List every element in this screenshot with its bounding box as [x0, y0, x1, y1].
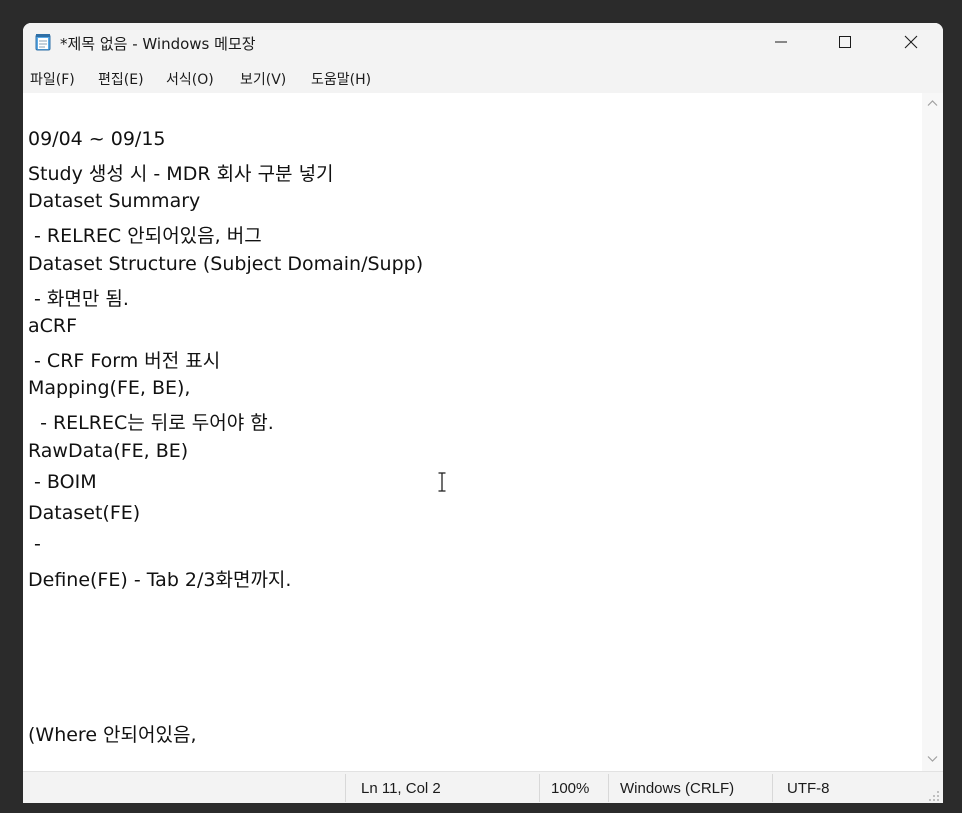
editor-line-14: Dataset(FE) [28, 502, 141, 524]
editor-line-4: Dataset Summary [28, 190, 201, 212]
menu-bar: 파일(F) 편집(E) 서식(O) 보기(V) 도움말(H) [23, 61, 943, 93]
status-divider [539, 774, 540, 802]
editor-line-3: Study 생성 시 - MDR 회사 구분 넣기 [28, 163, 334, 185]
scroll-down-icon[interactable] [927, 755, 938, 763]
editor-line-7: - 화면만 됨. [28, 288, 129, 310]
editor-line-21: (Where 안되어있음, [28, 724, 197, 746]
notepad-icon [35, 34, 51, 51]
status-zoom: 100% [551, 779, 590, 797]
editor-line-15: - [28, 533, 41, 555]
editor-line-13: - BOIM [28, 471, 97, 493]
menu-edit[interactable]: 편집(E) [98, 69, 144, 89]
menu-view[interactable]: 보기(V) [240, 69, 286, 89]
menu-help[interactable]: 도움말(H) [311, 69, 371, 89]
editor-line-6: Dataset Structure (Subject Domain/Supp) [28, 253, 424, 275]
status-divider [772, 774, 773, 802]
notepad-window: *제목 없음 - Windows 메모장 파일(F) 편집(E) 서식(O) 보… [23, 23, 943, 803]
minimize-icon [775, 41, 787, 43]
resize-grip-icon[interactable] [928, 790, 940, 802]
editor-line-8: aCRF [28, 315, 78, 337]
close-button[interactable] [879, 23, 943, 61]
status-encoding: UTF-8 [787, 779, 830, 797]
vertical-scrollbar[interactable] [922, 93, 943, 771]
title-bar[interactable]: *제목 없음 - Windows 메모장 [23, 23, 943, 61]
status-divider [345, 774, 346, 802]
close-icon [904, 35, 918, 49]
menu-file[interactable]: 파일(F) [30, 69, 75, 89]
status-divider [608, 774, 609, 802]
editor-line-5: - RELREC 안되어있음, 버그 [28, 225, 262, 247]
editor-line-11: - RELREC는 뒤로 두어야 함. [28, 412, 274, 434]
scroll-up-icon[interactable] [927, 99, 938, 107]
text-cursor-icon [438, 472, 446, 492]
editor-line-2: 09/04 ~ 09/15 [28, 128, 166, 150]
editor-line-12: RawData(FE, BE) [28, 440, 189, 462]
maximize-icon [839, 36, 851, 48]
minimize-button[interactable] [749, 23, 813, 61]
status-line-ending: Windows (CRLF) [620, 779, 735, 797]
maximize-button[interactable] [813, 23, 877, 61]
status-bar: Ln 11, Col 2 100% Windows (CRLF) UTF-8 [23, 771, 943, 803]
menu-format[interactable]: 서식(O) [166, 69, 214, 89]
editor-line-9: - CRF Form 버전 표시 [28, 350, 221, 372]
status-cursor-position: Ln 11, Col 2 [361, 779, 441, 797]
editor-line-10: Mapping(FE, BE), [28, 377, 191, 399]
editor-line-16: Define(FE) - Tab 2/3화면까지. [28, 569, 292, 591]
text-editor[interactable]: 09/04 ~ 09/15 Study 생성 시 - MDR 회사 구분 넣기 … [23, 93, 922, 771]
window-title: *제목 없음 - Windows 메모장 [60, 35, 256, 53]
